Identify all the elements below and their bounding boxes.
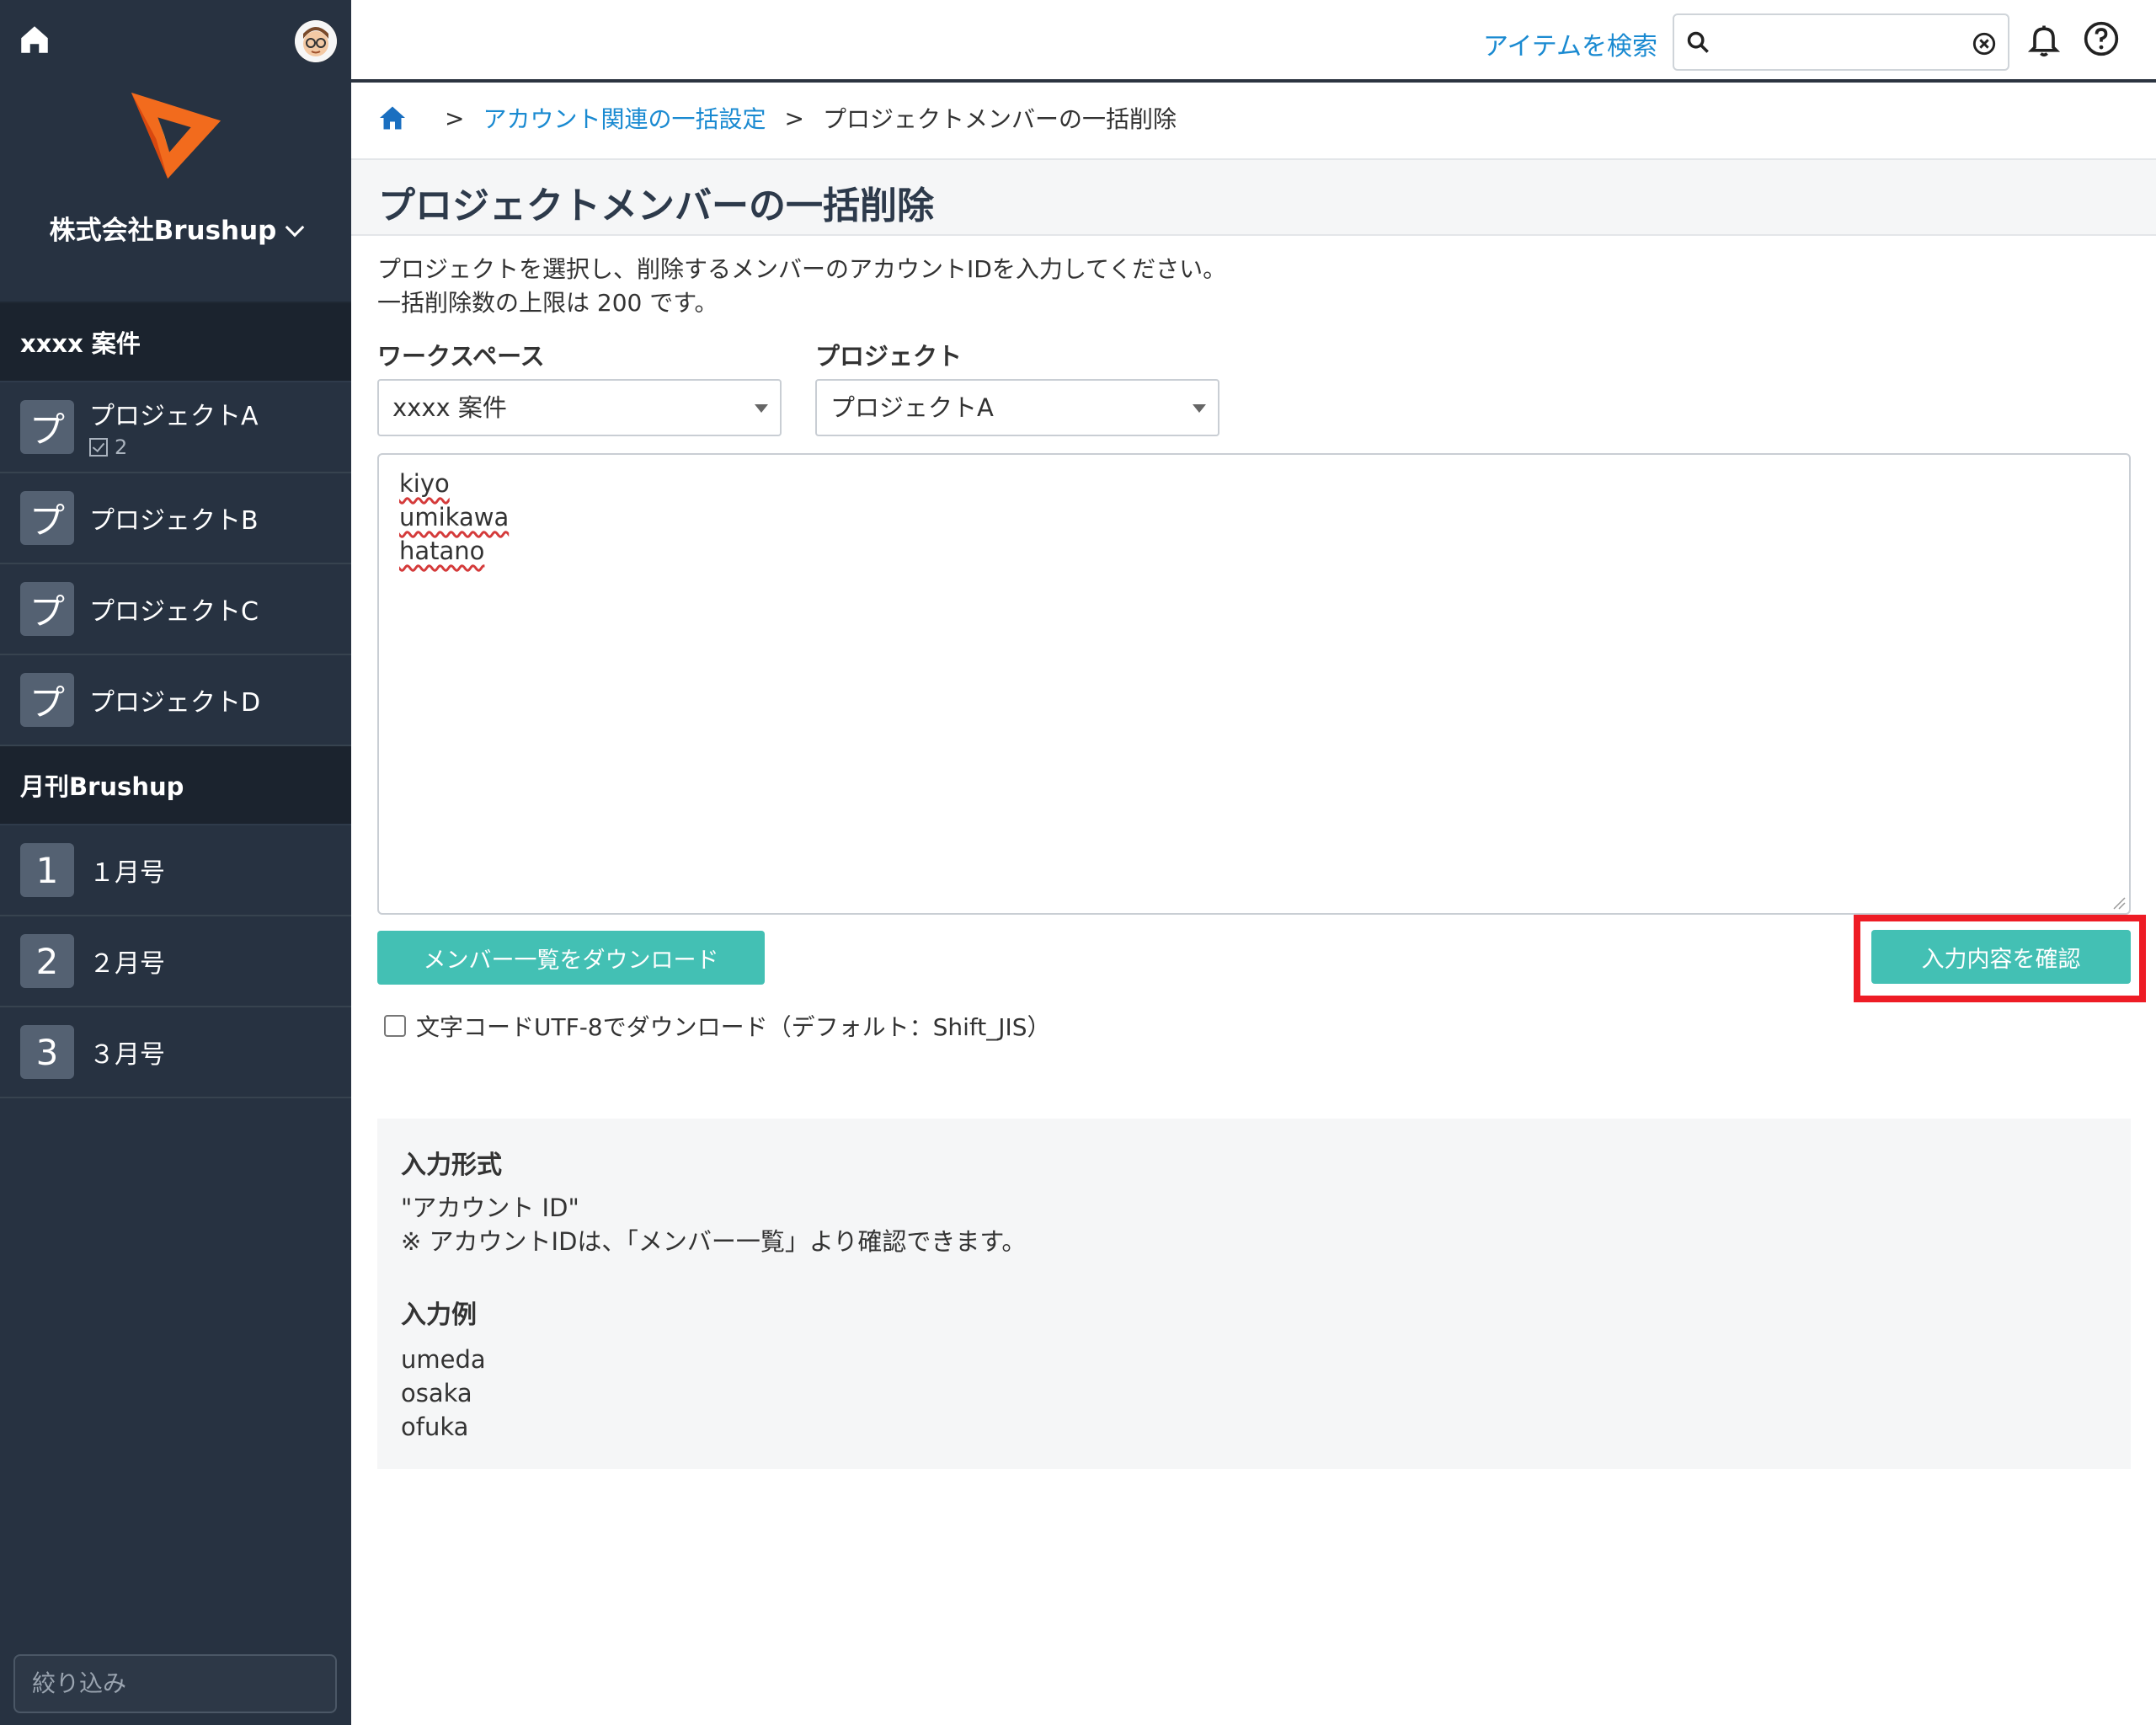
- project-badge: プ: [20, 400, 74, 454]
- description-line: プロジェクトを選択し、削除するメンバーのアカウントIDを入力してください。: [377, 255, 1227, 283]
- workspace-label: ワークスペース: [377, 342, 545, 371]
- sidebar-item-label: プロジェクトD: [89, 688, 261, 718]
- confirm-input-button[interactable]: 入力内容を確認: [1871, 930, 2131, 984]
- top-bar: アイテムを検索: [351, 0, 2156, 83]
- project-select[interactable]: プロジェクトA: [815, 379, 1219, 436]
- breadcrumb: > アカウント関連の一括設定 > プロジェクトメンバーの一括削除: [377, 101, 1177, 135]
- sidebar-item-label: ３月号: [89, 1040, 165, 1070]
- project-badge: プ: [20, 582, 74, 636]
- sidebar: 株式会社Brushup xxxx 案件 プ プロジェクトA 2 プ プロジェクト…: [0, 0, 351, 1725]
- textarea-line: hatano: [399, 537, 485, 565]
- example-line: umeda: [401, 1345, 486, 1374]
- page-description: プロジェクトを選択し、削除するメンバーのアカウントIDを入力してください。 一括…: [377, 253, 1226, 320]
- help-icon[interactable]: [2083, 20, 2120, 57]
- search-input[interactable]: [1673, 13, 2009, 71]
- download-member-list-button[interactable]: メンバー一覧をダウンロード: [377, 931, 765, 985]
- brushup-logo: [131, 92, 221, 179]
- sidebar-item-project-d[interactable]: プ プロジェクトD: [0, 655, 351, 746]
- utf8-checkbox-label: 文字コードUTF-8でダウンロード（デフォルト：Shift_JIS）: [416, 1013, 1051, 1041]
- sidebar-item-project-b[interactable]: プ プロジェクトB: [0, 473, 351, 564]
- account-id-textarea[interactable]: kiyo umikawa hatano: [377, 453, 2131, 915]
- checkbox-icon: [89, 438, 108, 457]
- project-badge: 2: [20, 934, 74, 988]
- clear-icon[interactable]: [1972, 32, 1996, 56]
- sidebar-header: 株式会社Brushup: [0, 0, 351, 303]
- example-heading: 入力例: [401, 1300, 477, 1330]
- breadcrumb-link-bulk-settings[interactable]: アカウント関連の一括設定: [483, 101, 766, 135]
- project-badge: 3: [20, 1025, 74, 1079]
- workspace-select[interactable]: xxxx 案件: [377, 379, 782, 436]
- home-icon[interactable]: [377, 103, 408, 133]
- sidebar-item-label: プロジェクトC: [89, 597, 259, 627]
- company-name: 株式会社Brushup: [49, 216, 277, 246]
- format-heading: 入力形式: [401, 1151, 502, 1180]
- search-icon: [1687, 31, 1709, 53]
- project-badge: プ: [20, 673, 74, 727]
- description-line: 一括削除数の上限は 200 です。: [377, 289, 718, 317]
- dropdown-arrow-icon: [1193, 404, 1206, 413]
- avatar[interactable]: [295, 20, 337, 62]
- sidebar-item-issue-2[interactable]: 2 ２月号: [0, 916, 351, 1007]
- sidebar-group-header[interactable]: 月刊Brushup: [0, 746, 351, 825]
- sidebar-item-label: １月号: [89, 858, 165, 888]
- avatar-face-icon: [295, 20, 337, 62]
- project-label: プロジェクト: [815, 342, 963, 371]
- resize-grip-icon[interactable]: [2112, 896, 2126, 910]
- input-help-panel: 入力形式 "アカウント ID" ※ アカウントIDは、「メンバー一覧」より確認で…: [377, 1119, 2131, 1469]
- textarea-line: kiyo: [399, 469, 450, 498]
- company-switcher[interactable]: 株式会社Brushup: [0, 209, 351, 247]
- example-line: ofuka: [401, 1413, 469, 1441]
- sidebar-item-label: プロジェクトA: [89, 402, 259, 431]
- breadcrumb-separator: >: [784, 104, 804, 132]
- project-select-value: プロジェクトA: [830, 393, 994, 422]
- project-badge: 1: [20, 843, 74, 897]
- home-icon[interactable]: [17, 22, 52, 57]
- sidebar-group-header[interactable]: xxxx 案件: [0, 303, 351, 382]
- page-title-band: プロジェクトメンバーの一括削除: [351, 158, 2156, 236]
- format-line: "アカウント ID": [401, 1194, 579, 1222]
- sidebar-item-label: プロジェクトB: [89, 506, 259, 536]
- format-note: ※ アカウントIDは、「メンバー一覧」より確認できます。: [401, 1227, 1027, 1256]
- example-line: osaka: [401, 1379, 472, 1407]
- sidebar-item-label: ２月号: [89, 949, 165, 979]
- workspace-select-value: xxxx 案件: [392, 393, 507, 422]
- utf8-option[interactable]: 文字コードUTF-8でダウンロード（デフォルト：Shift_JIS）: [384, 1009, 1051, 1043]
- sidebar-item-issue-1[interactable]: 1 １月号: [0, 825, 351, 916]
- textarea-line: umikawa: [399, 503, 510, 531]
- chevron-down-icon: [286, 217, 305, 238]
- task-count-value: 2: [115, 435, 128, 459]
- page-title: プロジェクトメンバーの一括削除: [378, 184, 934, 227]
- search-items-link[interactable]: アイテムを検索: [1483, 25, 1657, 62]
- dropdown-arrow-icon: [755, 404, 768, 413]
- filter-input[interactable]: 絞り込み: [13, 1654, 337, 1713]
- sidebar-item-issue-3[interactable]: 3 ３月号: [0, 1007, 351, 1098]
- project-badge: プ: [20, 491, 74, 545]
- breadcrumb-separator: >: [445, 104, 465, 132]
- sidebar-item-project-c[interactable]: プ プロジェクトC: [0, 564, 351, 655]
- sidebar-item-project-a[interactable]: プ プロジェクトA 2: [0, 382, 351, 473]
- utf8-checkbox[interactable]: [384, 1015, 406, 1037]
- bell-icon[interactable]: [2025, 20, 2063, 59]
- task-count: 2: [89, 435, 259, 459]
- breadcrumb-current: プロジェクトメンバーの一括削除: [822, 105, 1177, 133]
